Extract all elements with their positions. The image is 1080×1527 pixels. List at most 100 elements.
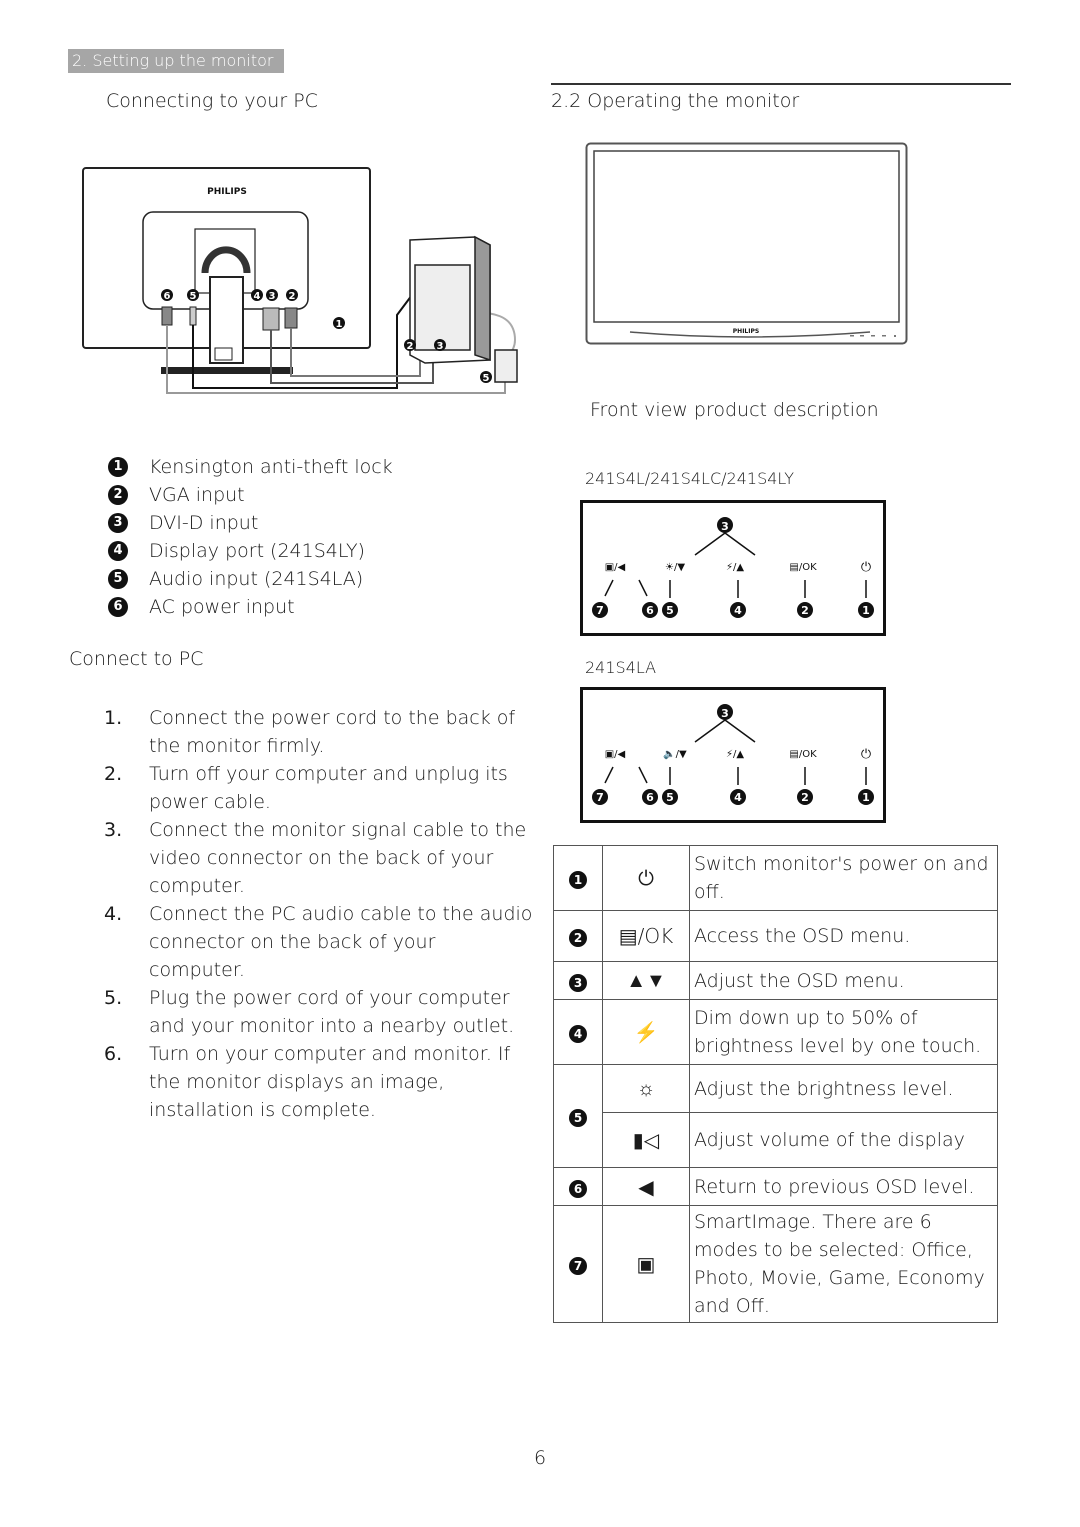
front-brand: PHILIPS [733, 328, 759, 335]
legend-badge: 2 [108, 485, 128, 505]
legend-badge: 1 [108, 457, 128, 477]
legend-item: 2 VGA input [108, 481, 393, 509]
step-number: 6. [104, 1043, 123, 1065]
legend-item: 5 Audio input (241S4LA) [108, 565, 393, 593]
pc-tower [409, 235, 518, 383]
table-row: ▮◁ Adjust volume of the display [554, 1112, 998, 1168]
row-badge: 6 [569, 1179, 587, 1198]
callout-4: 4 [254, 291, 261, 302]
panel2-btn-smartcontrol[interactable]: ⚡/▲ [726, 749, 744, 760]
table-row: 1 ⏻ Switch monitor's power on and off. [553, 845, 998, 911]
row-badge: 7 [569, 1257, 587, 1275]
panel1-btn-menu[interactable]: ▤/OK [789, 562, 817, 573]
row-desc: Return to previous OSD level. [689, 1167, 998, 1206]
table-row: 4 ⚡ Dim down up to 50% of brightness lev… [553, 999, 998, 1065]
panel1-btn-power[interactable]: ⏻ [861, 560, 871, 575]
button-panel-1: 3 ▣/◀ ☀/▼ ⚡/▲ ▤/OK ⏻ 7 6 5 4 2 1 [580, 500, 886, 636]
panel1-model: 241S4L/241S4LC/241S4LY [585, 469, 794, 488]
port-legend: 1 Kensington anti-theft lock 2 VGA input 3… [108, 453, 393, 621]
step-number: 2. [104, 763, 123, 785]
panel1-callout-2: 2 [801, 604, 809, 617]
panel2-callout-7: 7 [596, 791, 604, 804]
connect-to-pc-title: Connect to PC [69, 648, 204, 670]
legend-label: DVI-D input [149, 512, 259, 534]
connection-diagram: PHILIPS 6 5 4 3 2 1 2 3 5 [82, 167, 518, 394]
row-badge: 4 [569, 1025, 587, 1043]
panel1-btn-brightness[interactable]: ☀/▼ [665, 562, 685, 573]
legend-item: 1 Kensington anti-theft lock [108, 453, 393, 481]
row-desc: Switch monitor's power on and off. [689, 845, 998, 911]
row-badge: 1 [569, 871, 587, 889]
section-rule [551, 83, 1011, 85]
legend-label: Audio input (241S4LA) [149, 568, 364, 590]
legend-item: 4 Display port (241S4LY) [108, 537, 393, 565]
volume-icon: ▮◁ [602, 1112, 690, 1168]
table-row: 7 ▣ SmartImage. There are 6 modes to be … [553, 1205, 998, 1323]
panel2-callout-1: 1 [862, 791, 870, 804]
table-row: 5 ☼ Adjust the brightness level. [553, 1064, 998, 1168]
row-desc: SmartImage. There are 6 modes to be sele… [689, 1205, 998, 1323]
panel1-callout-4: 4 [734, 604, 742, 617]
steps-list: 1. Connect the power cord to the back of … [104, 704, 534, 1124]
panel1-callout-6: 6 [646, 604, 654, 617]
step-item: 1. Connect the power cord to the back of … [104, 704, 534, 760]
panel2-btn-smartimage[interactable]: ▣/◀ [605, 749, 626, 760]
panel1-callout-5: 5 [666, 604, 674, 617]
row-desc: Dim down up to 50% of brightness level b… [689, 999, 998, 1065]
pc-callout-3: 3 [437, 341, 444, 352]
row-desc: Adjust the brightness level. [689, 1064, 998, 1113]
smartpower-icon: ⚡ [602, 999, 690, 1065]
step-number: 3. [104, 819, 123, 841]
brightness-icon: ☼ [602, 1064, 690, 1113]
operating-title: 2.2 Operating the monitor [551, 90, 800, 112]
step-text: Plug the power cord of your computer and… [149, 987, 515, 1037]
panel2-btn-menu[interactable]: ▤/OK [789, 749, 817, 760]
step-item: 2. Turn off your computer and unplug its … [104, 760, 534, 816]
step-text: Connect the PC audio cable to the audio … [149, 903, 533, 981]
callout-5: 5 [190, 291, 197, 302]
step-text: Connect the power cord to the back of th… [149, 707, 516, 757]
panel1-btn-smartimage[interactable]: ▣/◀ [605, 562, 626, 573]
step-item: 5. Plug the power cord of your computer a… [104, 984, 534, 1040]
table-row: 6 ◀ Return to previous OSD level. [553, 1167, 998, 1206]
row-desc: Access the OSD menu. [689, 910, 998, 962]
legend-label: AC power input [149, 596, 295, 618]
step-number: 5. [104, 987, 123, 1009]
button-panel-2: 3 ▣/◀ 🔈/▼ ⚡/▲ ▤/OK ⏻ 7 6 5 4 2 1 [580, 687, 886, 823]
pc-callout-5: 5 [483, 373, 490, 384]
panel2-btn-power[interactable]: ⏻ [861, 747, 871, 762]
step-text: Turn off your computer and unplug its po… [149, 763, 508, 813]
legend-label: Display port (241S4LY) [149, 540, 365, 562]
step-text: Turn on your computer and monitor. If th… [149, 1043, 511, 1121]
step-number: 4. [104, 903, 123, 925]
menu-ok-icon: ▤/OK [602, 910, 690, 962]
step-item: 3. Connect the monitor signal cable to th… [104, 816, 534, 900]
key-function-table: 1 ⏻ Switch monitor's power on and off. 2… [553, 845, 998, 1323]
callout-2: 2 [289, 291, 296, 302]
legend-badge: 4 [108, 541, 128, 561]
legend-item: 6 AC power input [108, 593, 393, 621]
panel1-callout-7: 7 [596, 604, 604, 617]
panel2-callout-5: 5 [666, 791, 674, 804]
smartimage-icon: ▣ [602, 1205, 690, 1323]
pc-callout-2: 2 [407, 341, 414, 352]
row-badge: 2 [569, 929, 587, 947]
legend-item: 3 DVI-D input [108, 509, 393, 537]
table-row: 2 ▤/OK Access the OSD menu. [553, 910, 998, 962]
callout-3: 3 [269, 291, 276, 302]
section-tab: 2. Setting up the monitor [68, 49, 284, 73]
legend-badge: 5 [108, 569, 128, 589]
callout-1: 1 [336, 319, 343, 330]
row-badge: 5 [569, 1109, 587, 1127]
panel2-callout-2: 2 [801, 791, 809, 804]
row-badge: 3 [569, 973, 587, 992]
step-item: 6. Turn on your computer and monitor. If … [104, 1040, 534, 1124]
panel2-callout-4: 4 [734, 791, 742, 804]
panel2-model: 241S4LA [585, 658, 657, 677]
panel2-btn-volume[interactable]: 🔈/▼ [663, 749, 687, 760]
panel2-top-callout: 3 [721, 707, 729, 720]
step-item: 4. Connect the PC audio cable to the audi… [104, 900, 534, 984]
legend-badge: 6 [108, 597, 128, 617]
power-icon: ⏻ [602, 845, 690, 911]
panel1-btn-smartcontrol[interactable]: ⚡/▲ [726, 562, 744, 573]
